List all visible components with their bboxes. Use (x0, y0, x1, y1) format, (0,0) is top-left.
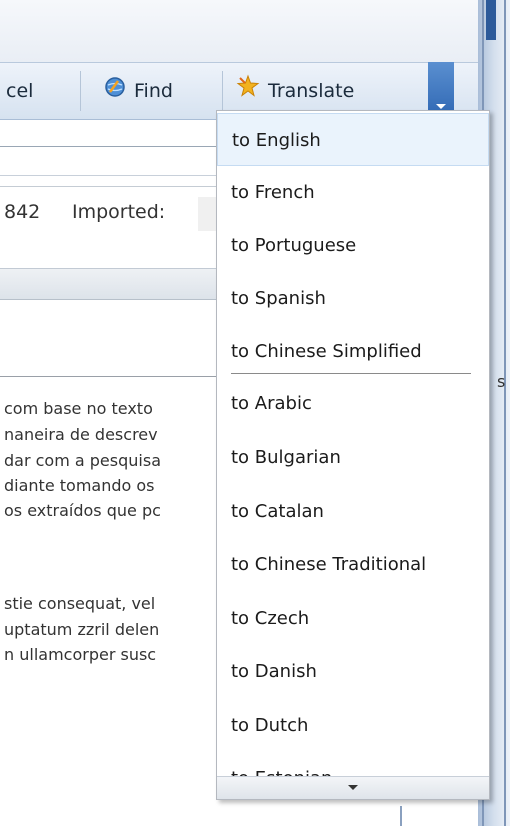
menu-scroll-down-icon[interactable] (217, 776, 489, 799)
toolbar-separator (222, 71, 223, 111)
scrollbar-thumb[interactable] (486, 0, 496, 40)
body-text-line: stie consequat, vel (4, 594, 156, 613)
menu-item-english[interactable]: to English (217, 113, 489, 166)
cancel-button[interactable]: cel (6, 63, 33, 119)
find-globe-icon (104, 64, 126, 120)
menu-item-arabic[interactable]: to Arabic (217, 377, 489, 430)
find-label: Find (134, 80, 173, 102)
border-stripe (504, 0, 506, 826)
bottom-border (400, 806, 480, 826)
menu-item-czech[interactable]: to Czech (217, 592, 489, 645)
menu-item-chinese-simplified[interactable]: to Chinese Simplified (217, 325, 489, 378)
find-button[interactable]: Find (104, 63, 173, 119)
record-id-fragment: 842 (4, 201, 41, 223)
menu-item-bulgarian[interactable]: to Bulgarian (217, 431, 489, 484)
window-top-area (0, 0, 478, 62)
menu-item-french[interactable]: to French (217, 166, 489, 219)
body-text-line: dar com a pesquisa (4, 451, 161, 470)
menu-item-dutch[interactable]: to Dutch (217, 699, 489, 752)
cancel-label: cel (6, 80, 34, 102)
body-text-line: n ullamcorper susc (4, 645, 157, 664)
body-text-line: naneira de descrev (4, 425, 158, 444)
body-text-line: os extraídos que pc (4, 501, 161, 520)
imported-label: Imported: (72, 201, 166, 223)
right-edge-text: s (497, 372, 506, 391)
translate-dropdown-menu: to English to French to Portuguese to Sp… (216, 110, 490, 800)
menu-item-danish[interactable]: to Danish (217, 645, 489, 698)
menu-item-spanish[interactable]: to Spanish (217, 272, 489, 325)
body-text-line: diante tomando os (4, 476, 155, 495)
body-text-line: com base no texto (4, 399, 153, 418)
menu-separator (231, 373, 471, 374)
menu-item-catalan[interactable]: to Catalan (217, 485, 489, 538)
translate-label: Translate (268, 80, 355, 102)
body-text-line: uptatum zzril delen (4, 620, 160, 639)
menu-item-chinese-traditional[interactable]: to Chinese Traditional (217, 538, 489, 591)
toolbar-separator (80, 71, 81, 111)
menu-item-portuguese[interactable]: to Portuguese (217, 219, 489, 272)
